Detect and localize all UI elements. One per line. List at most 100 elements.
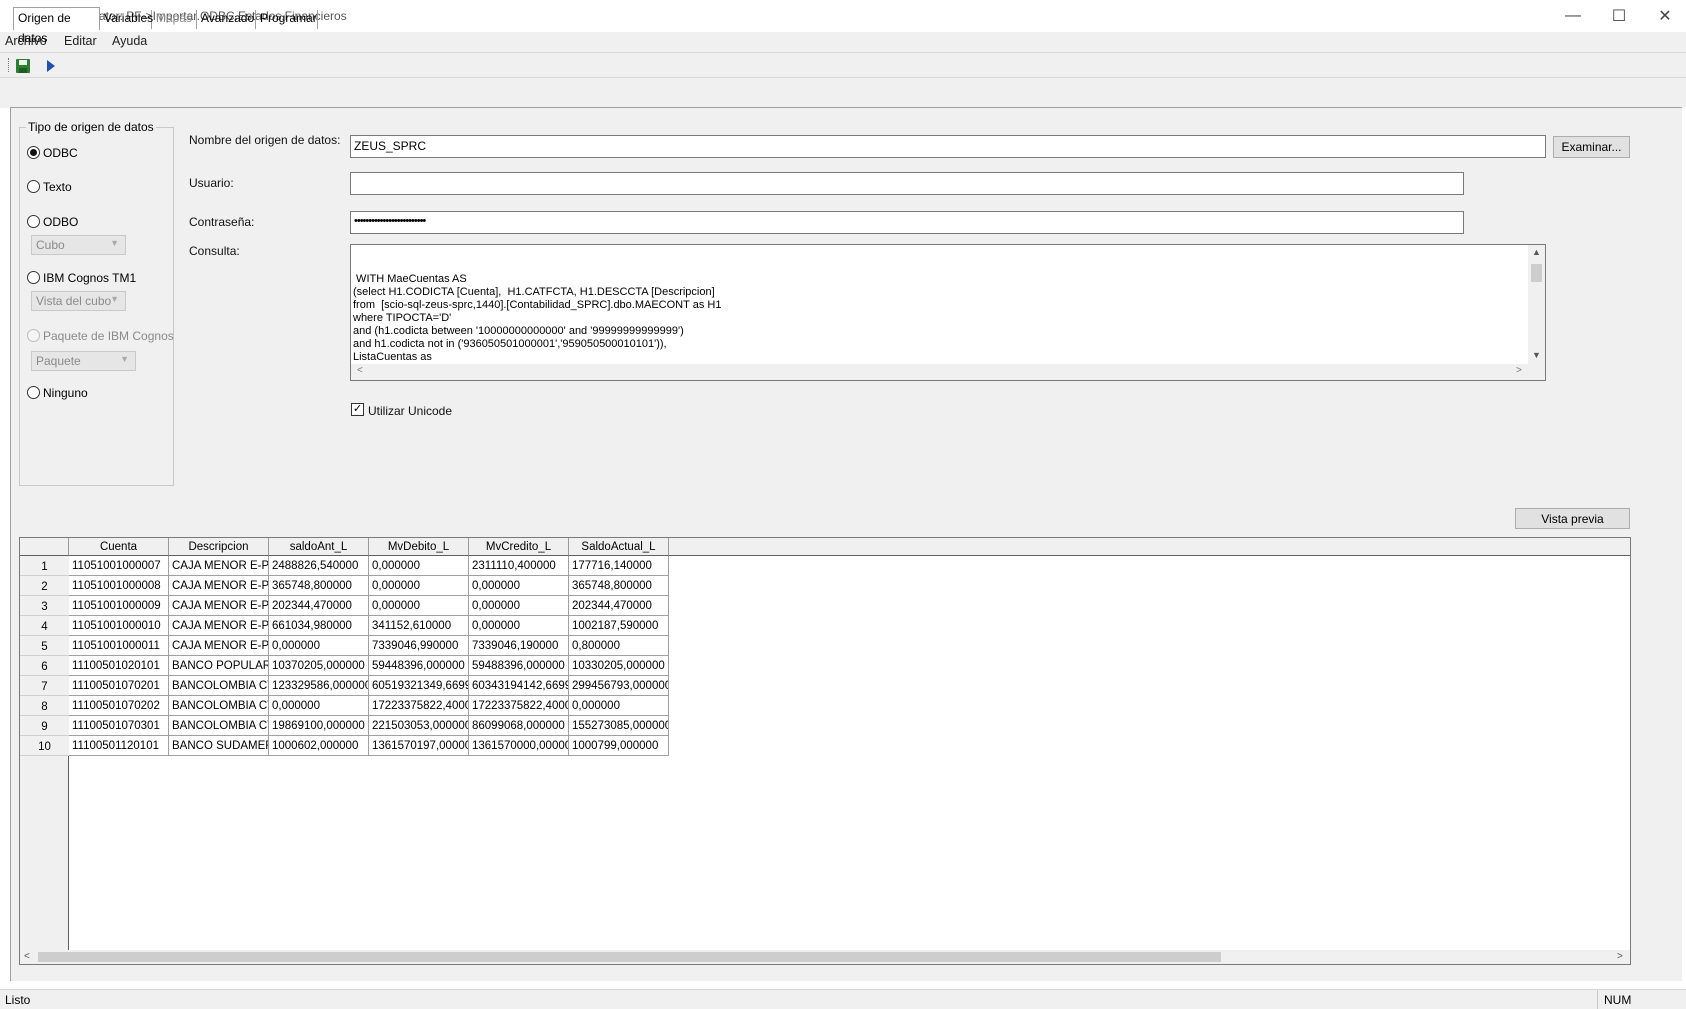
- cell-saldoactual[interactable]: 10330205,000000: [569, 656, 669, 676]
- cell-saldoactual[interactable]: 299456793,000000: [569, 676, 669, 696]
- cell-saldoant[interactable]: 1000602,000000: [269, 736, 369, 756]
- cell-mvcredito[interactable]: 2311110,400000: [469, 556, 569, 576]
- cell-saldoactual[interactable]: 1000799,000000: [569, 736, 669, 756]
- cell-descripcion[interactable]: CAJA MENOR E-PR: [169, 576, 269, 596]
- row-header[interactable]: 3: [20, 596, 69, 616]
- cell-cuenta[interactable]: 11051001000011: [69, 636, 169, 656]
- cell-descripcion[interactable]: CAJA MENOR E-PR: [169, 596, 269, 616]
- cell-cuenta[interactable]: 11051001000007: [69, 556, 169, 576]
- scroll-left-icon[interactable]: <: [24, 951, 30, 962]
- cell-cuenta[interactable]: 11051001000010: [69, 616, 169, 636]
- row-header[interactable]: 4: [20, 616, 69, 636]
- cell-cuenta[interactable]: 11100501020101: [69, 656, 169, 676]
- tab-avanzado[interactable]: Avanzado: [197, 10, 256, 29]
- odbo-combo[interactable]: Cubo ▼: [31, 235, 126, 255]
- query-vscrollbar[interactable]: ▲ ▼: [1528, 245, 1545, 364]
- cell-mvdebito[interactable]: 7339046,990000: [369, 636, 469, 656]
- cell-saldoant[interactable]: 365748,800000: [269, 576, 369, 596]
- row-header[interactable]: 6: [20, 656, 69, 676]
- col-header-mvdebito[interactable]: MvDebito_L: [369, 538, 469, 556]
- menu-ayuda[interactable]: Ayuda: [112, 34, 147, 48]
- cell-saldoactual[interactable]: 0,000000: [569, 696, 669, 716]
- cell-mvdebito[interactable]: 0,000000: [369, 576, 469, 596]
- query-hscrollbar[interactable]: < >: [351, 364, 1545, 380]
- cell-mvcredito[interactable]: 17223375822,40000: [469, 696, 569, 716]
- col-header-saldoactual[interactable]: SaldoActual_L: [569, 538, 669, 556]
- radio-odbo[interactable]: [27, 215, 40, 228]
- package-combo[interactable]: Paquete ▼: [31, 351, 136, 371]
- preview-button[interactable]: Vista previa: [1515, 508, 1630, 529]
- cell-descripcion[interactable]: BANCO SUDAMERICANO: [169, 736, 269, 756]
- minimize-button[interactable]: —: [1550, 0, 1596, 32]
- close-button[interactable]: ✕: [1642, 0, 1686, 32]
- cell-saldoactual[interactable]: 155273085,000000: [569, 716, 669, 736]
- scroll-up-icon[interactable]: ▲: [1532, 247, 1541, 257]
- scroll-right-icon[interactable]: >: [1617, 951, 1623, 962]
- radio-tm1[interactable]: [27, 271, 40, 284]
- row-header[interactable]: 5: [20, 636, 69, 656]
- query-vscroll-thumb[interactable]: [1531, 264, 1542, 282]
- cell-mvdebito[interactable]: 0,000000: [369, 596, 469, 616]
- cell-saldoactual[interactable]: 202344,470000: [569, 596, 669, 616]
- cell-cuenta[interactable]: 11100501070201: [69, 676, 169, 696]
- tm1-combo[interactable]: Vista del cubo ▼: [31, 291, 126, 311]
- browse-button[interactable]: Examinar...: [1553, 136, 1630, 158]
- cell-descripcion[interactable]: BANCO POPULAR: [169, 656, 269, 676]
- cell-mvcredito[interactable]: 0,000000: [469, 616, 569, 636]
- cell-saldoant[interactable]: 19869100,000000: [269, 716, 369, 736]
- user-input[interactable]: [350, 172, 1464, 195]
- col-header-mvcredito[interactable]: MvCredito_L: [469, 538, 569, 556]
- run-icon[interactable]: [46, 59, 56, 73]
- query-textarea[interactable]: WITH MaeCuentas AS (select H1.CODICTA [C…: [350, 244, 1546, 381]
- cell-mvdebito[interactable]: 1361570197,000000: [369, 736, 469, 756]
- tab-programar[interactable]: Programar: [256, 10, 318, 29]
- col-header-saldoant[interactable]: saldoAnt_L: [269, 538, 369, 556]
- cell-saldoant[interactable]: 202344,470000: [269, 596, 369, 616]
- cell-descripcion[interactable]: CAJA MENOR E-PR: [169, 636, 269, 656]
- radio-odbc[interactable]: [27, 146, 40, 159]
- password-input[interactable]: •••••••••••••••••••••••••: [350, 211, 1464, 234]
- scroll-down-icon[interactable]: ▼: [1532, 350, 1541, 360]
- cell-mvdebito[interactable]: 59448396,000000: [369, 656, 469, 676]
- radio-ninguno[interactable]: [27, 386, 40, 399]
- radio-paquete-cognos[interactable]: [27, 329, 40, 342]
- cell-saldoant[interactable]: 0,000000: [269, 696, 369, 716]
- row-header[interactable]: 8: [20, 696, 69, 716]
- cell-saldoant[interactable]: 10370205,000000: [269, 656, 369, 676]
- cell-cuenta[interactable]: 11100501120101: [69, 736, 169, 756]
- cell-saldoant[interactable]: 661034,980000: [269, 616, 369, 636]
- scroll-left-icon[interactable]: <: [357, 365, 363, 376]
- cell-descripcion[interactable]: BANCOLOMBIA CTA: [169, 716, 269, 736]
- cell-saldoactual[interactable]: 0,800000: [569, 636, 669, 656]
- cell-descripcion[interactable]: CAJA MENOR E-PR: [169, 616, 269, 636]
- cell-mvdebito[interactable]: 17223375822,40000: [369, 696, 469, 716]
- save-icon[interactable]: [15, 58, 31, 74]
- cell-saldoactual[interactable]: 177716,140000: [569, 556, 669, 576]
- cell-descripcion[interactable]: CAJA MENOR E-PR: [169, 556, 269, 576]
- maximize-button[interactable]: ☐: [1596, 0, 1642, 32]
- cell-mvcredito[interactable]: 60343194142,66999: [469, 676, 569, 696]
- cell-mvdebito[interactable]: 341152,610000: [369, 616, 469, 636]
- radio-texto[interactable]: [27, 180, 40, 193]
- menu-editar[interactable]: Editar: [64, 34, 97, 48]
- cell-cuenta[interactable]: 11100501070202: [69, 696, 169, 716]
- grid-hscroll-thumb[interactable]: [38, 952, 1221, 962]
- cell-mvdebito[interactable]: 221503053,000000: [369, 716, 469, 736]
- cell-saldoant[interactable]: 2488826,540000: [269, 556, 369, 576]
- cell-mvcredito[interactable]: 0,000000: [469, 596, 569, 616]
- tab-origen-de-datos[interactable]: Origen de datos: [13, 7, 100, 45]
- cell-saldoant[interactable]: 123329586,000000: [269, 676, 369, 696]
- cell-cuenta[interactable]: 11100501070301: [69, 716, 169, 736]
- cell-mvcredito[interactable]: 59488396,000000: [469, 656, 569, 676]
- cell-saldoant[interactable]: 0,000000: [269, 636, 369, 656]
- cell-mvcredito[interactable]: 0,000000: [469, 576, 569, 596]
- tab-variables[interactable]: Variables: [100, 10, 153, 29]
- datasource-input[interactable]: ZEUS_SPRC: [350, 135, 1546, 158]
- cell-cuenta[interactable]: 11051001000008: [69, 576, 169, 596]
- unicode-checkbox[interactable]: ✓: [351, 403, 364, 416]
- scroll-right-icon[interactable]: >: [1516, 365, 1522, 376]
- cell-descripcion[interactable]: BANCOLOMBIA CTA: [169, 696, 269, 716]
- cell-saldoactual[interactable]: 365748,800000: [569, 576, 669, 596]
- cell-cuenta[interactable]: 11051001000009: [69, 596, 169, 616]
- cell-mvdebito[interactable]: 60519321349,66999: [369, 676, 469, 696]
